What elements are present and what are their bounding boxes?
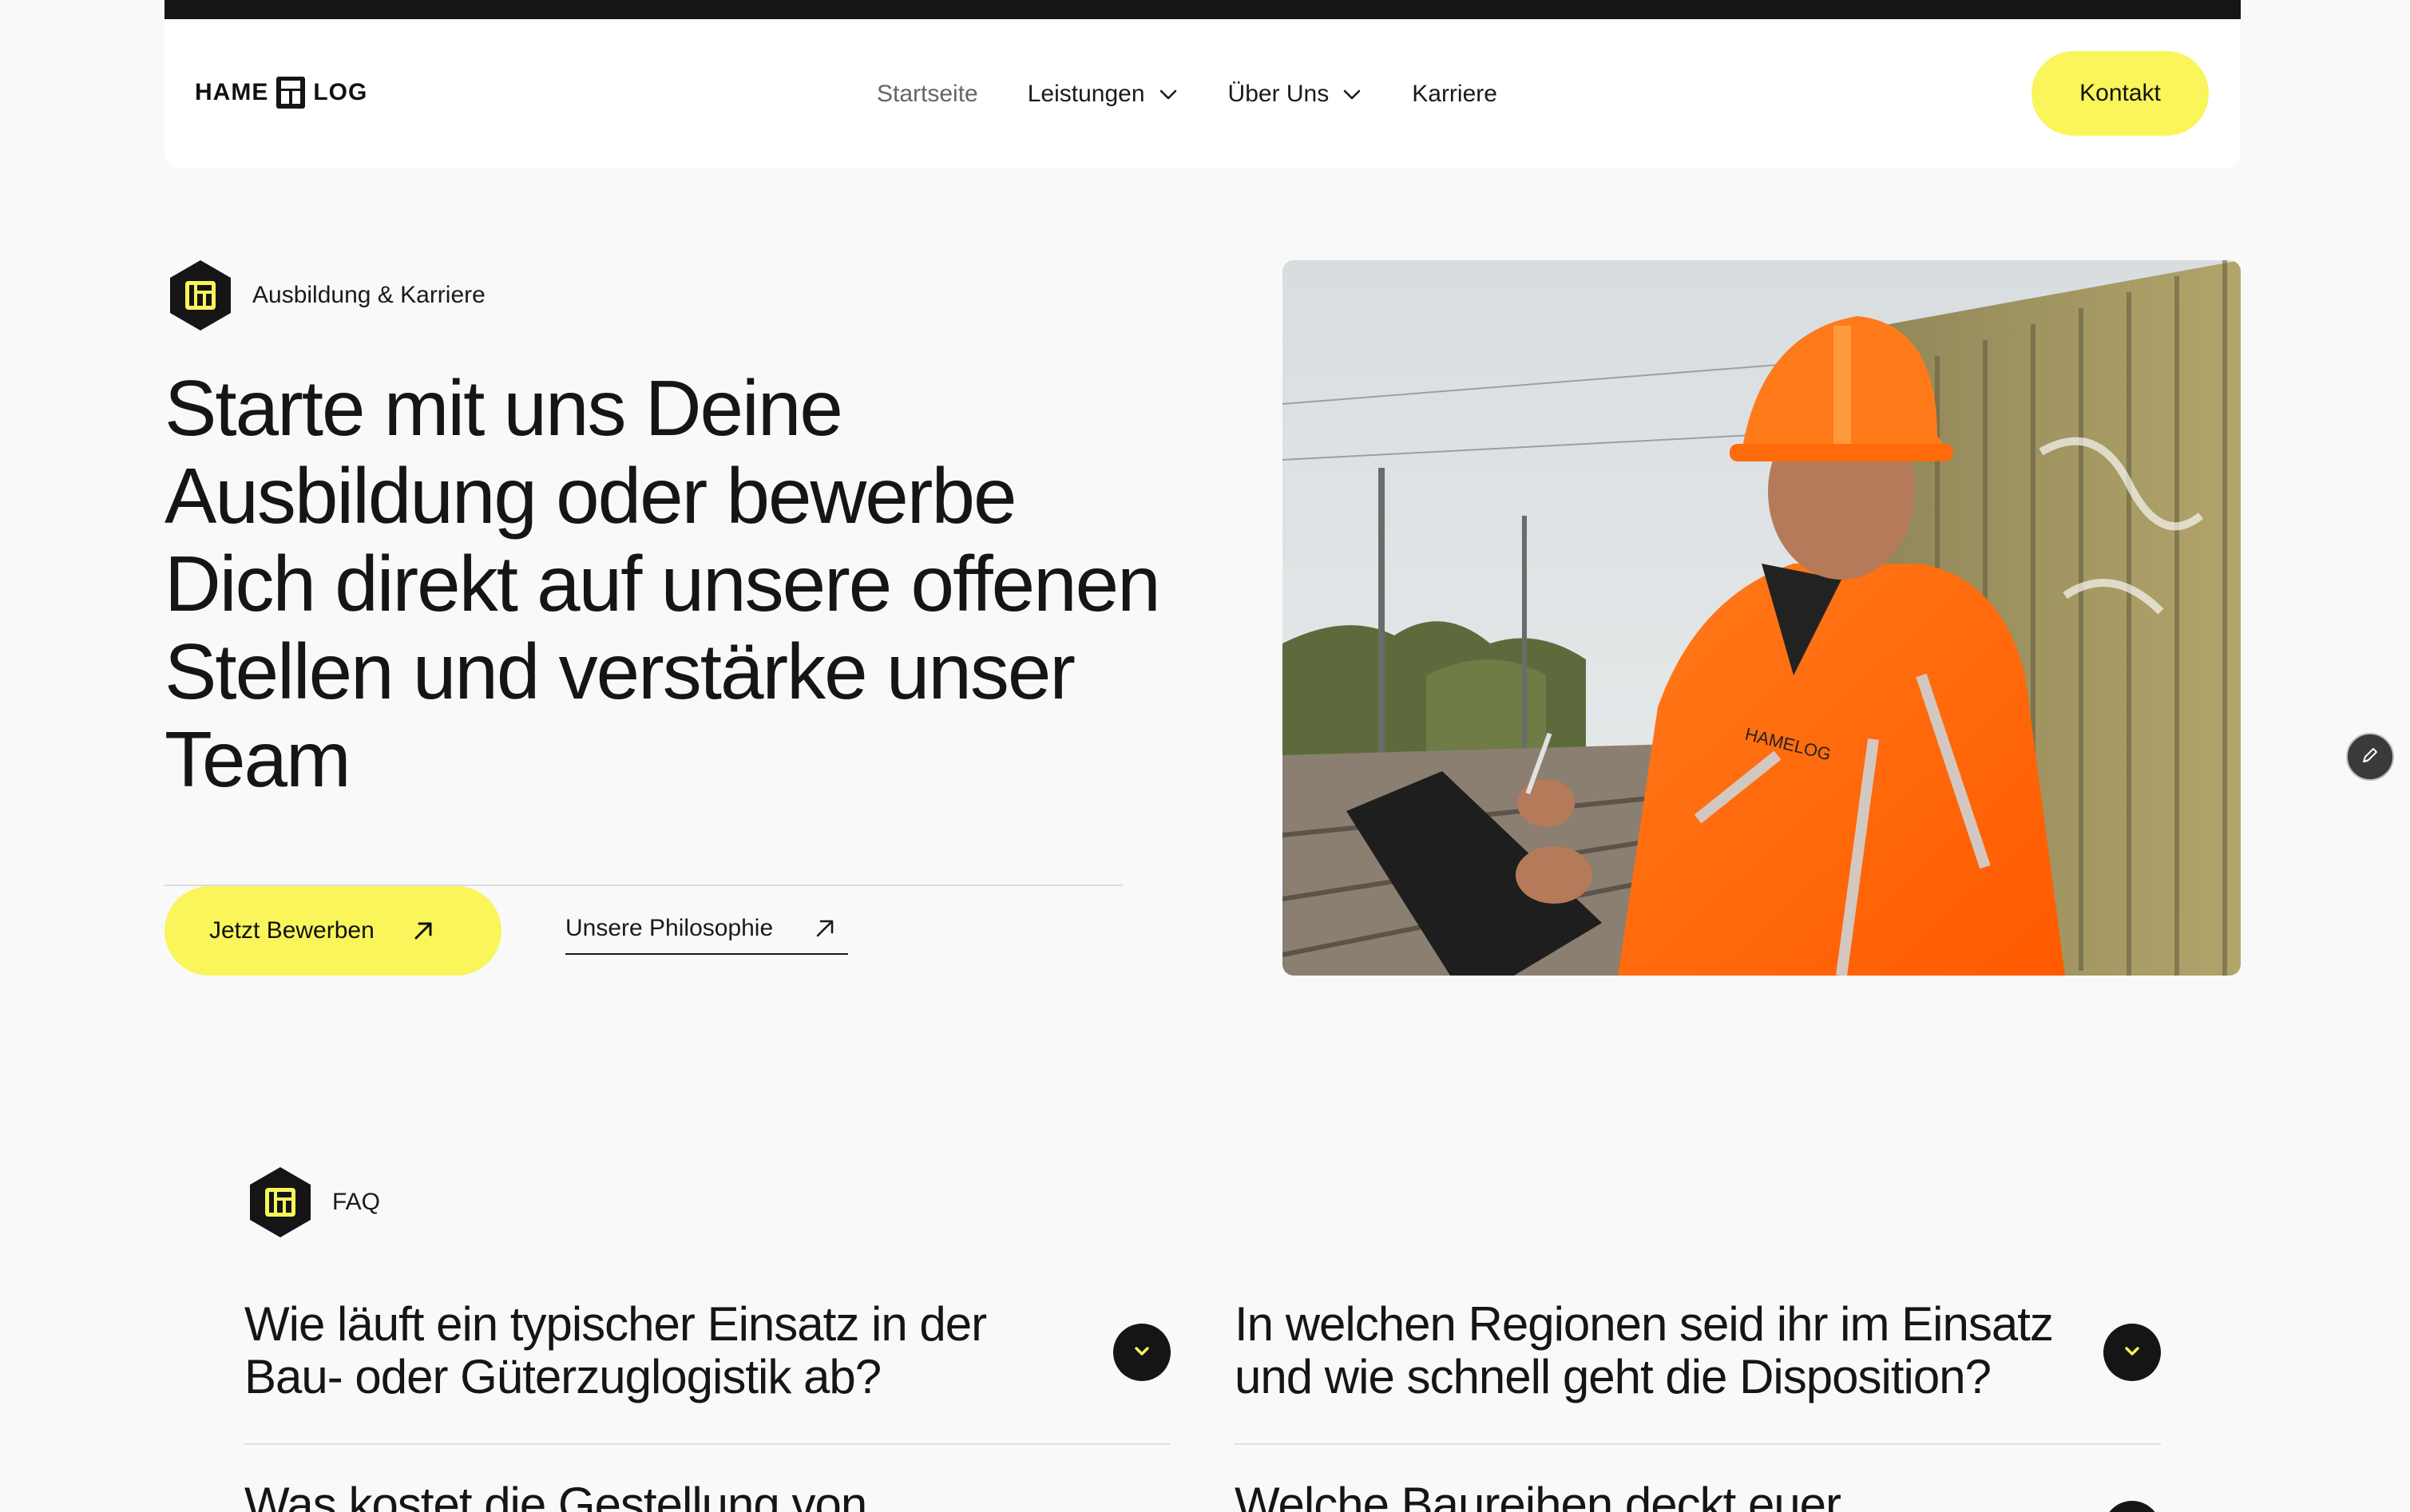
nav-leistungen[interactable]: Leistungen [1028,81,1179,108]
apply-now-label: Jetzt Bewerben [209,917,375,944]
hero-title: Starte mit uns Deine Ausbildung oder bew… [164,364,1161,803]
chevron-down-icon [1342,84,1362,105]
arrow-up-right-icon [813,916,837,940]
faq-question: Was kostet die Gestellung von [244,1478,867,1512]
nav-karriere[interactable]: Karriere [1412,81,1497,108]
logo-mark-icon [275,75,307,110]
faq-toggle-button[interactable] [1113,1324,1171,1381]
apply-now-button[interactable]: Jetzt Bewerben [164,886,501,976]
hero-badge: Ausbildung & Karriere [168,259,486,332]
faq-toggle-button[interactable] [2103,1324,2161,1381]
pencil-icon [2360,745,2380,770]
faq-item[interactable]: Was kostet die Gestellung von [244,1478,1174,1512]
arrow-up-right-icon [411,919,435,943]
faq-badge-label: FAQ [332,1189,381,1215]
hamelog-logo[interactable]: HAME LOG [195,73,367,112]
top-bar [164,0,2241,19]
faq-item[interactable]: Welche Baureihen deckt euer [1235,1478,2164,1512]
logo-text-right: LOG [313,79,368,105]
worker-photo: HAMELOG [1282,260,2241,976]
nav-karriere-label: Karriere [1412,81,1497,107]
faq-divider [1235,1443,2161,1445]
hero-badge-label: Ausbildung & Karriere [252,282,486,308]
chevron-down-icon [1158,84,1179,105]
nav-startseite-label: Startseite [877,81,978,107]
chevron-down-icon [1131,1340,1153,1366]
philosophy-link[interactable]: Unsere Philosophie [565,904,848,955]
logo-text-left: HAME [195,79,269,105]
faq-item[interactable]: Wie läuft ein typischer Einsatz in der B… [244,1298,1174,1403]
philosophy-label: Unsere Philosophie [565,915,774,941]
contact-button[interactable]: Kontakt [2031,51,2209,136]
nav-ueber-uns-label: Über Uns [1227,81,1330,107]
faq-badge: FAQ [248,1166,380,1239]
faq-question: In welchen Regionen seid ihr im Einsatz … [1235,1297,2054,1403]
nav-startseite[interactable]: Startseite [877,81,978,108]
navbar: HAME LOG Startseite Leistungen Über Uns … [164,19,2241,168]
faq-divider [244,1443,1171,1445]
edit-button[interactable] [2346,733,2394,781]
chevron-down-icon [2121,1340,2143,1366]
faq-question: Welche Baureihen deckt euer [1235,1478,1841,1512]
nav-ueber-uns[interactable]: Über Uns [1228,81,1363,108]
main-nav: Startseite Leistungen Über Uns Karriere [877,75,1547,113]
nav-leistungen-label: Leistungen [1027,81,1145,107]
hamelog-hex-icon [248,1166,313,1239]
page: HAME LOG Startseite Leistungen Über Uns … [0,0,2410,1512]
faq-question: Wie läuft ein typischer Einsatz in der B… [244,1297,987,1403]
hamelog-hex-icon [168,259,233,332]
faq-item[interactable]: In welchen Regionen seid ihr im Einsatz … [1235,1298,2164,1403]
